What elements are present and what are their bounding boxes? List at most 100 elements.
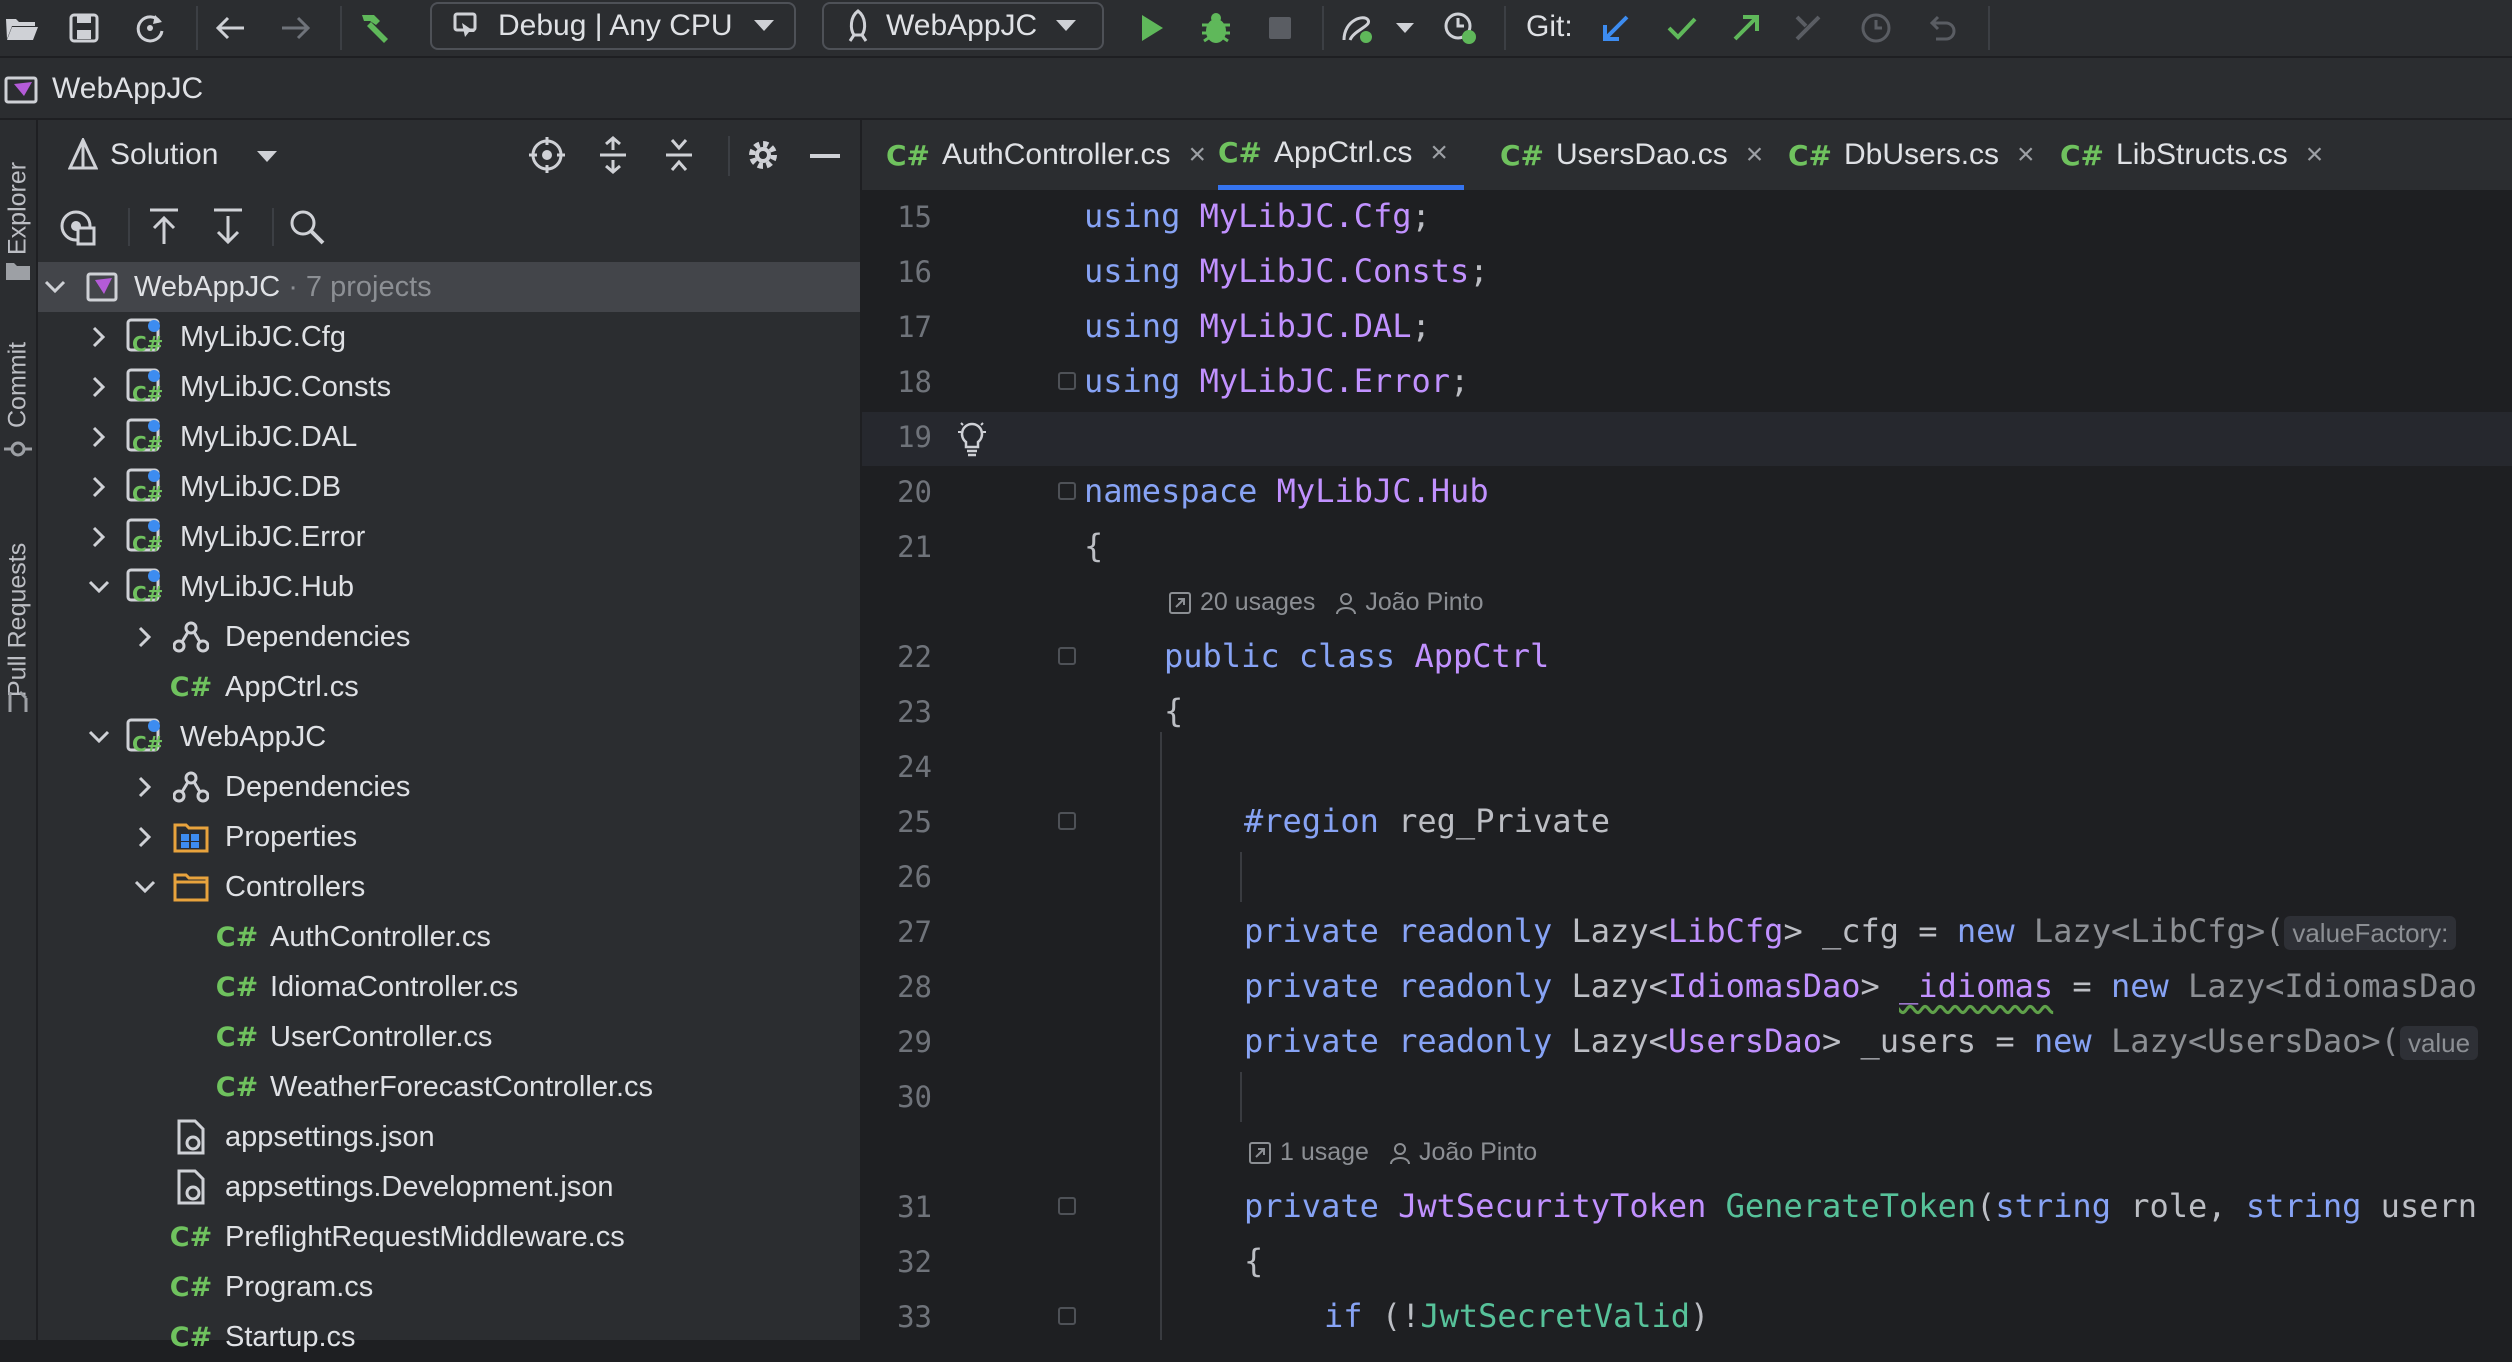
git-merge-icon[interactable] — [1786, 6, 1830, 50]
run-play-icon[interactable] — [1130, 6, 1174, 50]
scroll-to-source-icon[interactable] — [210, 206, 246, 246]
close-icon[interactable]: × — [2306, 138, 2324, 172]
chevron-right-icon[interactable] — [84, 422, 114, 452]
svg-text:C#: C# — [132, 732, 163, 756]
analysis-icon[interactable] — [1336, 6, 1380, 50]
scroll-from-source-icon[interactable] — [146, 206, 182, 246]
tree-item-file[interactable]: C# UserController.cs — [38, 1012, 860, 1062]
tree-item-file[interactable]: appsettings.json — [38, 1112, 860, 1162]
code-vision-hint[interactable]: 1 usage João Pinto — [1248, 1138, 1537, 1167]
chevron-down-icon[interactable] — [84, 722, 114, 752]
minimize-icon[interactable] — [810, 154, 840, 158]
breadcrumb[interactable]: WebAppJC — [52, 72, 203, 106]
stop-icon[interactable] — [1258, 6, 1302, 50]
tree-item-label: AppCtrl.cs — [225, 670, 359, 703]
tab-dbusers[interactable]: C# DbUsers.cs × — [1788, 120, 2035, 190]
close-icon[interactable]: × — [1746, 138, 1764, 172]
tree-item-file[interactable]: C# AppCtrl.cs — [38, 662, 860, 712]
close-icon[interactable]: × — [2017, 138, 2035, 172]
chevron-down-icon[interactable] — [256, 150, 278, 164]
commit-tab-label: Commit — [3, 341, 32, 429]
show-files-icon[interactable] — [56, 206, 98, 248]
chevron-right-icon[interactable] — [84, 522, 114, 552]
tree-item-dependencies[interactable]: Dependencies — [38, 612, 860, 662]
tree-item-file[interactable]: C# WeatherForecastController.cs — [38, 1062, 860, 1112]
chevron-down-icon[interactable] — [84, 572, 114, 602]
tree-item-file[interactable]: C# IdiomaController.cs — [38, 962, 860, 1012]
chevron-right-icon[interactable] — [84, 472, 114, 502]
open-folder-icon[interactable] — [0, 6, 44, 50]
run-target-selector[interactable]: WebAppJC — [822, 2, 1104, 50]
tree-item-folder[interactable]: Controllers — [38, 862, 860, 912]
fold-marker[interactable] — [1058, 372, 1076, 390]
refresh-icon[interactable] — [128, 6, 172, 50]
tree-item-project[interactable]: C# MyLibJC.Error — [38, 512, 860, 562]
tree-item-folder[interactable]: Properties — [38, 812, 860, 862]
configuration-icon — [452, 11, 484, 41]
build-hammer-icon[interactable] — [352, 6, 396, 50]
tree-item-project[interactable]: C# MyLibJC.Hub — [38, 562, 860, 612]
tree-item-file[interactable]: C# PreflightRequestMiddleware.cs — [38, 1212, 860, 1262]
tab-authcontroller[interactable]: C# AuthController.cs × — [886, 120, 1206, 190]
chevron-right-icon[interactable] — [130, 772, 160, 802]
chevron-right-icon[interactable] — [130, 622, 160, 652]
git-update-icon[interactable] — [1594, 6, 1638, 50]
navigation-bar: WebAppJC — [0, 58, 2512, 120]
fold-marker[interactable] — [1058, 1197, 1076, 1215]
chevron-right-icon[interactable] — [130, 822, 160, 852]
back-arrow-icon[interactable] — [208, 6, 252, 50]
code-vision-hint[interactable]: 20 usages João Pinto — [1168, 588, 1484, 617]
tab-usersdao[interactable]: C# UsersDao.cs × — [1500, 120, 1763, 190]
tree-item-project[interactable]: C# MyLibJC.Cfg — [38, 312, 860, 362]
tree-item-file[interactable]: C# Startup.cs — [38, 1312, 860, 1362]
tree-item-dependencies[interactable]: Dependencies — [38, 762, 860, 812]
debug-bug-icon[interactable] — [1194, 6, 1238, 50]
git-commit-icon[interactable] — [1660, 6, 1704, 50]
git-rollback-icon[interactable] — [1920, 6, 1964, 50]
tree-item-project[interactable]: C# MyLibJC.DAL — [38, 412, 860, 462]
locate-target-icon[interactable] — [528, 136, 566, 174]
chevron-right-icon[interactable] — [84, 372, 114, 402]
tab-libstructs[interactable]: C# LibStructs.cs × — [2060, 120, 2323, 190]
search-icon[interactable] — [288, 208, 326, 246]
tree-item-project[interactable]: C# MyLibJC.DB — [38, 462, 860, 512]
fold-marker[interactable] — [1058, 647, 1076, 665]
fold-marker[interactable] — [1058, 482, 1076, 500]
chevron-down-icon[interactable] — [1390, 6, 1420, 50]
main-toolbar: Debug | Any CPU WebAppJC Git: — [0, 0, 2512, 56]
git-push-icon[interactable] — [1724, 6, 1768, 50]
git-history-icon[interactable] — [1854, 6, 1898, 50]
tab-appctrl[interactable]: C# AppCtrl.cs × — [1218, 120, 1464, 190]
coverage-clock-icon[interactable] — [1438, 6, 1482, 50]
tree-item-file[interactable]: C# Program.cs — [38, 1262, 860, 1312]
close-icon[interactable]: × — [1430, 136, 1448, 170]
csharp-file-icon: C# — [2060, 138, 2105, 172]
tree-item-file[interactable]: appsettings.Development.json — [38, 1162, 860, 1212]
svg-text:C#: C# — [132, 332, 163, 356]
fold-marker[interactable] — [1058, 1307, 1076, 1325]
chevron-down-icon[interactable] — [130, 872, 160, 902]
fold-marker[interactable] — [1058, 812, 1076, 830]
chevron-down-icon[interactable] — [40, 272, 70, 302]
csharp-project-icon: C# — [126, 368, 164, 406]
chevron-right-icon[interactable] — [84, 322, 114, 352]
explorer-view-selector[interactable]: Solution — [110, 138, 218, 172]
tree-item-project[interactable]: C# MyLibJC.Consts — [38, 362, 860, 412]
tree-item-project[interactable]: C# WebAppJC — [38, 712, 860, 762]
tree-item-label: MyLibJC.Error — [180, 520, 366, 553]
line-number: 22 — [897, 640, 932, 674]
settings-gear-icon[interactable] — [744, 136, 782, 174]
collapse-all-icon[interactable] — [662, 136, 696, 174]
line-number: 24 — [897, 750, 932, 784]
commit-tool-tab[interactable]: Commit — [0, 330, 36, 440]
code-editor[interactable]: 15 16 17 18 19 20 21 22 23 24 25 26 27 2… — [862, 192, 2512, 1340]
forward-arrow-icon[interactable] — [274, 6, 318, 50]
tree-item-solution[interactable]: WebAppJC · 7 projects — [38, 262, 860, 312]
save-icon[interactable] — [62, 6, 106, 50]
tree-item-file[interactable]: C# AuthController.cs — [38, 912, 860, 962]
explorer-tool-tab[interactable]: Explorer — [0, 138, 36, 278]
expand-all-icon[interactable] — [596, 136, 630, 174]
lightbulb-icon[interactable] — [956, 420, 988, 458]
close-icon[interactable]: × — [1188, 138, 1206, 172]
configuration-selector[interactable]: Debug | Any CPU — [430, 2, 796, 50]
